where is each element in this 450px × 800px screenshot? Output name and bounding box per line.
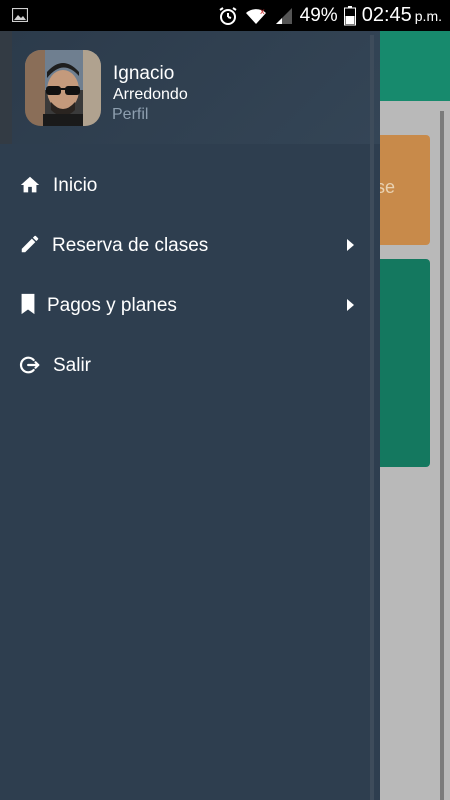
battery-icon bbox=[343, 5, 356, 25]
image-icon bbox=[12, 8, 28, 22]
profile-link[interactable]: Perfil bbox=[112, 106, 148, 124]
menu-item-reserva-de-clases[interactable]: Reserva de clases bbox=[0, 217, 370, 273]
background-scrollbar bbox=[440, 111, 444, 800]
menu-item-label: Inicio bbox=[53, 175, 98, 196]
drawer-scrollbar[interactable] bbox=[370, 35, 374, 800]
home-icon bbox=[20, 176, 40, 193]
pencil-icon bbox=[21, 235, 39, 253]
menu-item-salir[interactable]: Salir bbox=[0, 337, 370, 393]
bookmark-icon bbox=[21, 293, 35, 315]
user-first-name: Ignacio bbox=[113, 63, 175, 84]
svg-text:x: x bbox=[260, 7, 265, 16]
clock-ampm: p.m. bbox=[414, 7, 442, 24]
navigation-drawer: Ignacio Arredondo Perfil Inicio Reserva … bbox=[0, 31, 380, 800]
chevron-right-icon bbox=[347, 299, 354, 311]
menu-item-label: Reserva de clases bbox=[52, 235, 209, 256]
menu-item-pagos-y-planes[interactable]: Pagos y planes bbox=[0, 277, 370, 333]
user-last-name: Arredondo bbox=[113, 86, 188, 103]
wifi-icon: x bbox=[245, 7, 266, 24]
avatar[interactable] bbox=[25, 50, 101, 126]
clock-time: 02:45 bbox=[361, 4, 412, 26]
battery-percent: 49% bbox=[299, 4, 338, 26]
alarm-icon bbox=[219, 6, 237, 25]
logout-icon bbox=[19, 356, 40, 374]
menu-item-label: Salir bbox=[53, 355, 92, 376]
menu-item-label: Pagos y planes bbox=[47, 295, 177, 316]
signal-icon bbox=[275, 7, 292, 24]
menu-item-inicio[interactable]: Inicio bbox=[0, 157, 370, 213]
status-bar: x 49% 02:45 p.m. bbox=[0, 0, 450, 31]
avatar-photo bbox=[25, 50, 101, 126]
chevron-right-icon bbox=[347, 239, 354, 251]
